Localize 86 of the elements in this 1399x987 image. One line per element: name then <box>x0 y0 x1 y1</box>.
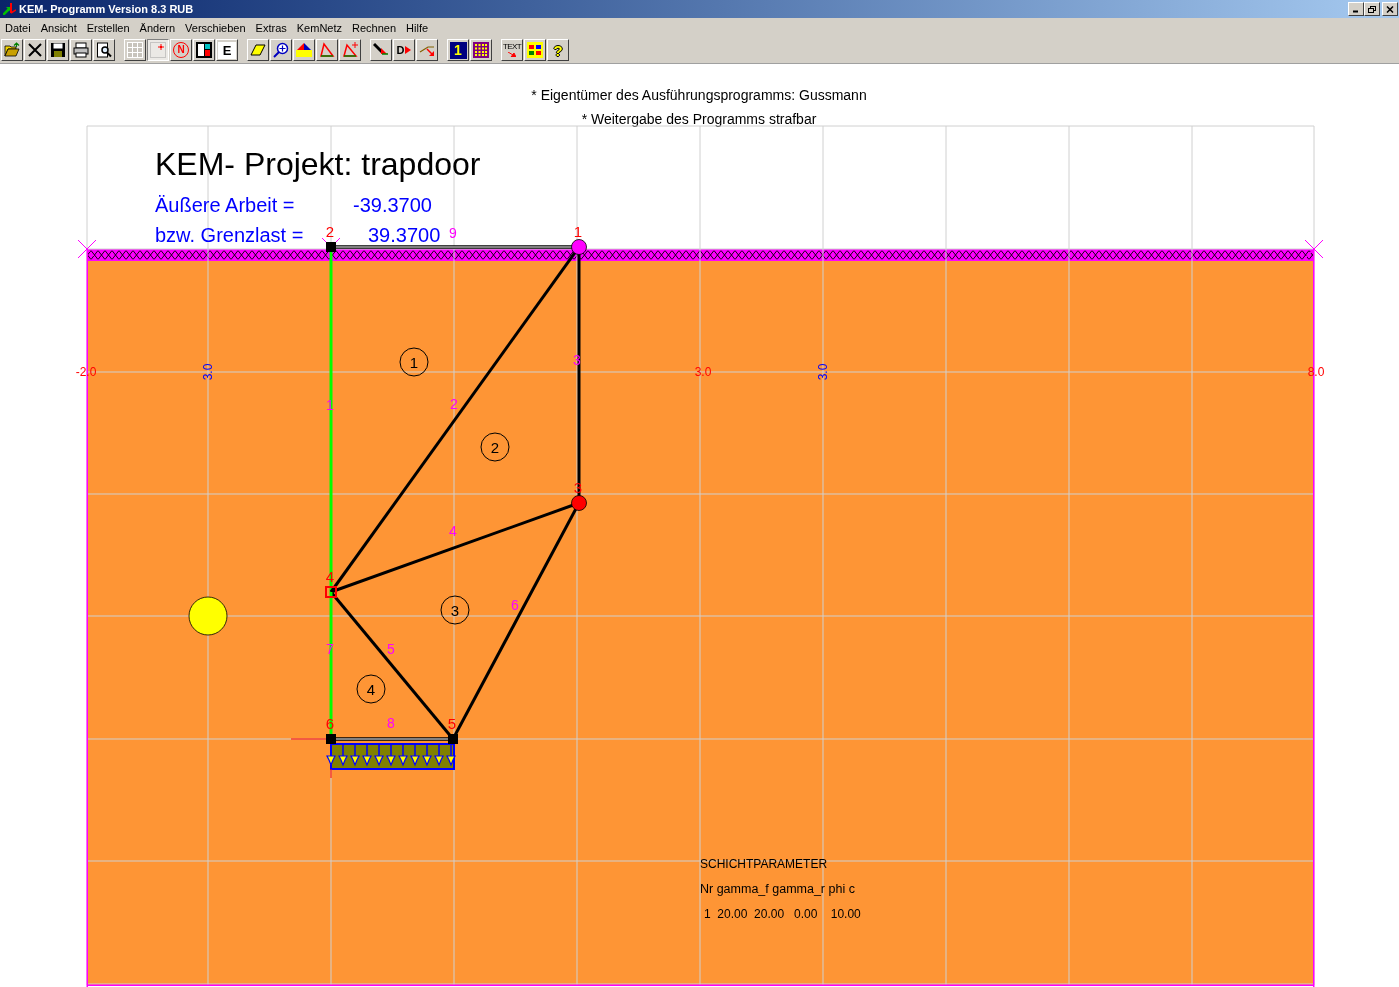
zoom-in-button[interactable] <box>270 39 292 61</box>
node-label: 3 <box>573 479 583 496</box>
arrow-icon <box>405 46 412 54</box>
element-number-marker: 2 <box>480 432 510 462</box>
split-panel-icon <box>196 42 212 58</box>
parallelogram-icon <box>250 42 266 58</box>
open-button[interactable] <box>1 39 23 61</box>
copyright-notice: * Weitergabe des Programms strafbar <box>581 111 817 127</box>
element-number-marker: 3 <box>440 595 470 625</box>
layer-parameters-title: SCHICHTPARAMETER <box>700 857 828 871</box>
copyright-notice: * Eigentümer des Ausführungsprogramms: Gussmann <box>531 87 867 103</box>
text-tool-button[interactable]: TEXT <box>501 39 523 61</box>
line-arrow-tool-button[interactable] <box>416 39 438 61</box>
menu-item[interactable]: Extras <box>250 22 292 34</box>
print-preview-button[interactable] <box>93 39 115 61</box>
zoom-in-icon <box>273 42 289 58</box>
shape-icon <box>296 42 312 58</box>
close-icon <box>27 42 43 58</box>
close-file-button[interactable] <box>24 39 46 61</box>
colour-squares-icon <box>527 42 543 58</box>
edge-label: 2 <box>450 396 458 412</box>
diagonal-arrow-icon <box>373 42 389 58</box>
axis-label: 3.0 <box>201 363 215 381</box>
menu-item[interactable]: Verschieben <box>180 22 251 34</box>
arrow-icon <box>508 52 516 57</box>
node-label: 1 <box>573 223 583 240</box>
node-label: 2 <box>325 223 335 240</box>
parameter-values-line: 1 20.00 20.00 0.00 10.00 <box>704 907 861 921</box>
element-number-marker: 4 <box>356 674 386 704</box>
shape-tool-button[interactable] <box>293 39 315 61</box>
menu-item[interactable]: Hilfe <box>401 22 434 34</box>
close-icon <box>1386 5 1394 13</box>
window-title: KEM- Programm Version 8.3 RUB <box>19 3 194 15</box>
menu-item[interactable]: Datei <box>0 22 36 34</box>
edge-label: 1 <box>326 397 334 413</box>
dot-grid-icon <box>473 42 489 58</box>
menu-item[interactable]: Rechnen <box>347 22 402 34</box>
edge-label: 6 <box>511 597 519 613</box>
grid-icon <box>127 42 143 58</box>
axis-label: 3.0 <box>816 363 830 381</box>
edge-label: 4 <box>449 523 457 539</box>
axis-label: 3.0 <box>694 365 712 379</box>
menu-item[interactable]: Erstellen <box>81 22 135 34</box>
letter-button[interactable]: E <box>216 39 238 61</box>
dot-grid-button[interactable] <box>470 39 492 61</box>
save-button[interactable] <box>47 39 69 61</box>
split-view-button[interactable] <box>193 39 215 61</box>
menu-item[interactable]: Ansicht <box>35 22 82 34</box>
triangle-tool-button[interactable] <box>316 39 338 61</box>
minimize-button[interactable] <box>1348 2 1364 16</box>
result-label: bzw. Grenzlast = <box>155 224 304 246</box>
filled-circle-icon <box>188 596 228 636</box>
restore-icon <box>1368 5 1376 13</box>
project-title: KEM- Projekt: trapdoor <box>155 146 481 182</box>
menu-item[interactable]: KemNetz <box>291 22 348 34</box>
result-label: Äußere Arbeit = <box>155 194 295 216</box>
print-button[interactable] <box>70 39 92 61</box>
close-button[interactable] <box>1382 2 1398 16</box>
axis-cross-icon <box>290 738 332 779</box>
edge-label: 5 <box>387 641 395 657</box>
triangle-icon <box>319 42 335 58</box>
triangle-point-tool-button[interactable] <box>339 39 361 61</box>
element-number-marker: 1 <box>399 347 429 377</box>
edge-label: 8 <box>387 715 395 731</box>
grid-toggle-button[interactable] <box>124 39 146 61</box>
cross-marker-icon <box>77 239 97 259</box>
open-folder-icon <box>4 42 20 58</box>
result-value: 39.3700 <box>368 224 441 246</box>
menu-item[interactable]: Ändern <box>134 22 181 34</box>
result-value: -39.3700 <box>353 194 432 216</box>
edge-label: 7 <box>326 641 334 657</box>
arrow-tool-button[interactable] <box>370 39 392 61</box>
app-logo-icon <box>3 3 16 15</box>
restore-button[interactable] <box>1364 2 1380 16</box>
colour-squares-button[interactable] <box>524 39 546 61</box>
parameter-header-line: Nr gamma_f gamma_r phi c <box>700 882 855 896</box>
parallelogram-tool-button[interactable] <box>247 39 269 61</box>
letter-arrow-button[interactable]: D <box>393 39 415 61</box>
edge-label: 9 <box>449 225 457 241</box>
printer-icon <box>73 42 89 58</box>
page-magnifier-icon <box>96 42 112 58</box>
node-label: 5 <box>447 715 457 732</box>
triangle-star-icon <box>342 42 358 58</box>
point-tool-button[interactable] <box>147 39 169 61</box>
cross-marker-icon <box>1304 239 1324 259</box>
number-button[interactable]: 1 <box>447 39 469 61</box>
